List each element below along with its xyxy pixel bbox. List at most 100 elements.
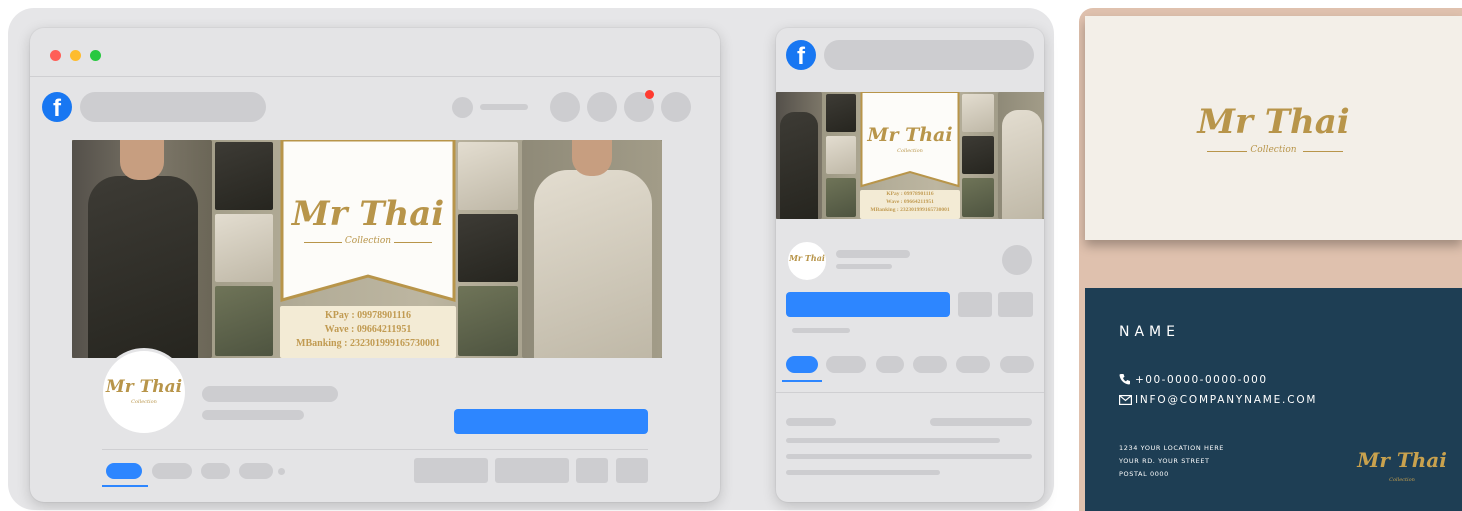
thumb-green-shirt bbox=[215, 286, 273, 356]
brand-subtitle: Collection bbox=[344, 236, 392, 246]
mobile-text-line-3 bbox=[786, 470, 940, 475]
business-card-mockup: Mr Thai Collection NAME +00-0000-0000-00… bbox=[1079, 8, 1462, 511]
mobile-tabs-divider bbox=[776, 392, 1044, 393]
brand-logo-text: Mr Thai bbox=[291, 194, 445, 234]
mobile-page-name-placeholder bbox=[836, 250, 910, 258]
close-button[interactable] bbox=[50, 50, 61, 61]
mobile-mbanking-number: MBanking : 232301999165730001 bbox=[870, 207, 950, 213]
tab-4[interactable] bbox=[239, 463, 273, 479]
tab-3[interactable] bbox=[201, 463, 230, 479]
mobile-tab-3[interactable] bbox=[876, 356, 904, 373]
menu-icon[interactable] bbox=[550, 92, 580, 122]
tab-2[interactable] bbox=[152, 463, 192, 479]
mobile-thumb-5 bbox=[962, 136, 994, 174]
action-button-4[interactable] bbox=[616, 458, 648, 483]
mobile-thumb-2 bbox=[826, 136, 856, 174]
card-back: NAME +00-0000-0000-000 INFO@COMPANYNAME.… bbox=[1085, 288, 1462, 511]
mobile-brand-subtitle: Collection bbox=[897, 148, 923, 154]
tab-active-underline bbox=[102, 485, 148, 487]
cover-photo[interactable]: Mr Thai Collection KPay : 09978901116 Wa… bbox=[72, 140, 662, 358]
action-button-3[interactable] bbox=[576, 458, 608, 483]
showcase-panel: f Mr Thai Collection KPay: 09978901116 … bbox=[8, 8, 1054, 510]
tabs-divider bbox=[102, 449, 648, 450]
mobile-white-shirt bbox=[1002, 110, 1042, 219]
thumb-white-shirt bbox=[215, 214, 273, 282]
tab-more[interactable] bbox=[278, 468, 285, 475]
mobile-tab-5[interactable] bbox=[956, 356, 990, 373]
mobile-action-button-2[interactable] bbox=[998, 292, 1033, 317]
card-address-line-3: POSTAL 0000 bbox=[1119, 470, 1169, 478]
mobile-text-line-1 bbox=[786, 438, 1000, 443]
card-email: INFO@COMPANYNAME.COM bbox=[1135, 394, 1318, 406]
wave-number: Wave : 09664211951 bbox=[324, 324, 412, 335]
card-name: NAME bbox=[1119, 324, 1180, 340]
avatar-subtitle: Collection bbox=[131, 399, 157, 405]
mobile-avatar-logo-text: Mr Thai bbox=[789, 253, 825, 263]
mobile-primary-button[interactable] bbox=[786, 292, 950, 317]
tab-active[interactable] bbox=[106, 463, 142, 479]
mobile-tab-2[interactable] bbox=[826, 356, 866, 373]
nav-label-placeholder bbox=[480, 104, 528, 110]
action-button-1[interactable] bbox=[414, 458, 488, 483]
facebook-logo-glyph-mobile: f bbox=[797, 43, 805, 70]
mobile-post-title-placeholder bbox=[786, 418, 836, 426]
nav-icon-placeholder[interactable] bbox=[452, 97, 473, 118]
mobile-tab-4[interactable] bbox=[913, 356, 947, 373]
mobile-cover-photo[interactable]: Mr Thai Collection KPay : 09978901116 Wa… bbox=[776, 92, 1044, 219]
model-neck-right bbox=[572, 140, 612, 176]
card-front: Mr Thai Collection bbox=[1085, 16, 1462, 240]
envelope-icon bbox=[1119, 395, 1132, 405]
messenger-icon[interactable] bbox=[587, 92, 617, 122]
page-name-placeholder bbox=[202, 386, 338, 402]
mobile-thumb-4 bbox=[962, 94, 994, 132]
card-front-subtitle: Collection bbox=[1250, 145, 1297, 155]
mobile-more-icon[interactable] bbox=[1002, 245, 1032, 275]
facebook-icon-mobile[interactable]: f bbox=[786, 40, 816, 70]
profile-avatar[interactable]: Mr Thai Collection bbox=[100, 348, 188, 436]
toolbar-divider bbox=[30, 76, 720, 77]
primary-action-button[interactable] bbox=[454, 409, 648, 434]
mobile-search-bar[interactable] bbox=[824, 40, 1034, 70]
logo-rule-right bbox=[394, 242, 432, 243]
account-icon[interactable] bbox=[661, 92, 691, 122]
action-button-2[interactable] bbox=[495, 458, 569, 483]
mobile-tab-underline bbox=[782, 380, 822, 382]
window-controls bbox=[50, 50, 101, 61]
model-neck bbox=[120, 140, 164, 180]
mobile-post-meta-placeholder bbox=[930, 418, 1032, 426]
card-back-logo: Mr Thai bbox=[1357, 448, 1447, 472]
mobile-action-button-1[interactable] bbox=[958, 292, 992, 317]
card-front-logo: Mr Thai bbox=[1197, 102, 1350, 142]
black-shirt-model bbox=[88, 176, 198, 358]
mobile-thumb-1 bbox=[826, 94, 856, 132]
facebook-icon[interactable]: f bbox=[42, 92, 72, 122]
kpay-number: KPay : 09978901116 bbox=[324, 310, 412, 321]
thumb-black-shirt bbox=[215, 142, 273, 210]
minimize-button[interactable] bbox=[70, 50, 81, 61]
page-info-placeholder bbox=[202, 410, 304, 420]
maximize-button[interactable] bbox=[90, 50, 101, 61]
mobile-kpay-number: KPay : 09978901116 bbox=[886, 191, 934, 197]
thumb-black-shirt-right bbox=[458, 214, 518, 282]
card-back-subtitle: Collection bbox=[1389, 477, 1415, 483]
card-phone: +00-0000-0000-000 bbox=[1135, 374, 1268, 386]
white-shirt-model bbox=[534, 170, 652, 358]
mobile-profile-avatar[interactable]: Mr Thai bbox=[786, 240, 828, 282]
card-front-rule-right bbox=[1303, 151, 1343, 152]
mobile-thumb-3 bbox=[826, 178, 856, 217]
card-address-line-1: 1234 YOUR LOCATION HERE bbox=[1119, 444, 1225, 452]
card-address-line-2: YOUR RD. YOUR STREET bbox=[1119, 457, 1210, 465]
mobile-wave-number: Wave : 09664211951 bbox=[886, 199, 934, 205]
mobile-mockup: f Mr Thai Collection KPay : 09978901116 … bbox=[776, 28, 1044, 502]
mobile-tab-active[interactable] bbox=[786, 356, 818, 373]
avatar-logo-text: Mr Thai bbox=[105, 377, 183, 397]
mobile-page-info-placeholder bbox=[836, 264, 892, 269]
thumb-green-shirt-right bbox=[458, 286, 518, 356]
search-bar[interactable] bbox=[80, 92, 266, 122]
mobile-thumb-6 bbox=[962, 178, 994, 217]
mobile-tab-6[interactable] bbox=[1000, 356, 1034, 373]
mbanking-number: MBanking : 232301999165730001 bbox=[296, 338, 440, 349]
notification-badge bbox=[645, 90, 654, 99]
phone-icon bbox=[1119, 374, 1130, 385]
mobile-text-line-2 bbox=[786, 454, 1032, 459]
